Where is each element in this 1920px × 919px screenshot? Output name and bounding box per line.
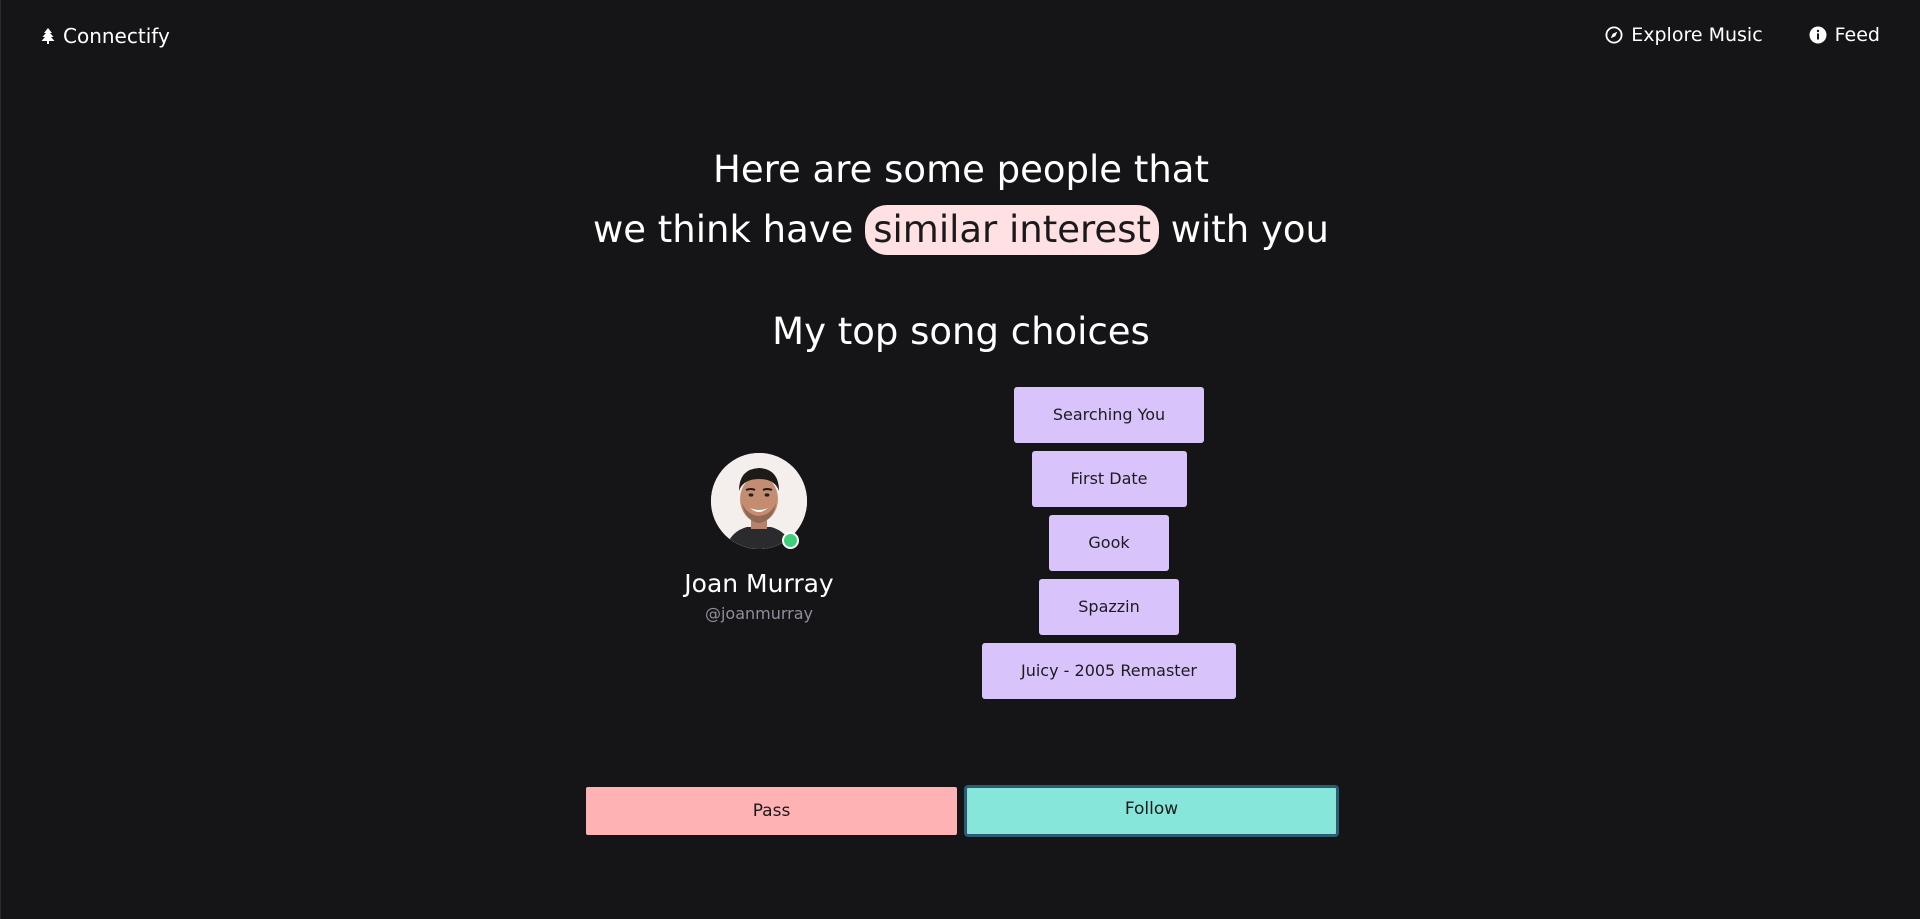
brand-name: Connectify xyxy=(63,24,170,48)
headline-highlight: similar interest xyxy=(865,205,1159,255)
nav-feed-label: Feed xyxy=(1834,24,1880,46)
song-chip[interactable]: Spazzin xyxy=(1039,579,1179,635)
page: Connectify Explore Music Feed Here are s… xyxy=(0,0,1920,919)
song-list: Searching You First Date Gook Spazzin Ju… xyxy=(981,387,1237,699)
section-title: My top song choices xyxy=(772,310,1150,353)
online-status-dot xyxy=(782,532,799,549)
nav-links: Explore Music Feed xyxy=(1605,24,1880,46)
compass-icon xyxy=(1605,26,1623,44)
song-chip[interactable]: Gook xyxy=(1049,515,1169,571)
song-chip[interactable]: Searching You xyxy=(1013,387,1205,443)
song-chip[interactable]: First Date xyxy=(1031,451,1187,507)
profile-name: Joan Murray xyxy=(684,569,834,598)
headline-suffix: with you xyxy=(1170,208,1329,251)
follow-button[interactable]: Follow xyxy=(964,785,1339,837)
brand-link[interactable]: Connectify xyxy=(41,24,170,48)
profile-card: Joan Murray @joanmurray xyxy=(659,453,859,623)
avatar-wrapper xyxy=(711,453,807,549)
nav-feed[interactable]: Feed xyxy=(1809,24,1880,46)
headline-line-2: we think have similar interest with you xyxy=(1,200,1920,260)
song-chip[interactable]: Juicy - 2005 Remaster xyxy=(982,643,1236,699)
profile-handle: @joanmurray xyxy=(704,604,814,623)
nav-explore-music-label: Explore Music xyxy=(1631,24,1763,46)
tree-icon xyxy=(41,28,55,44)
top-nav: Connectify Explore Music Feed xyxy=(1,0,1920,76)
headline: Here are some people that we think have … xyxy=(1,140,1920,260)
headline-prefix: we think have xyxy=(593,208,854,251)
action-buttons: Pass Follow xyxy=(586,785,1339,837)
nav-explore-music[interactable]: Explore Music xyxy=(1605,24,1763,46)
info-icon xyxy=(1809,26,1827,44)
pass-button[interactable]: Pass xyxy=(586,787,957,835)
headline-line-1: Here are some people that xyxy=(713,148,1209,191)
